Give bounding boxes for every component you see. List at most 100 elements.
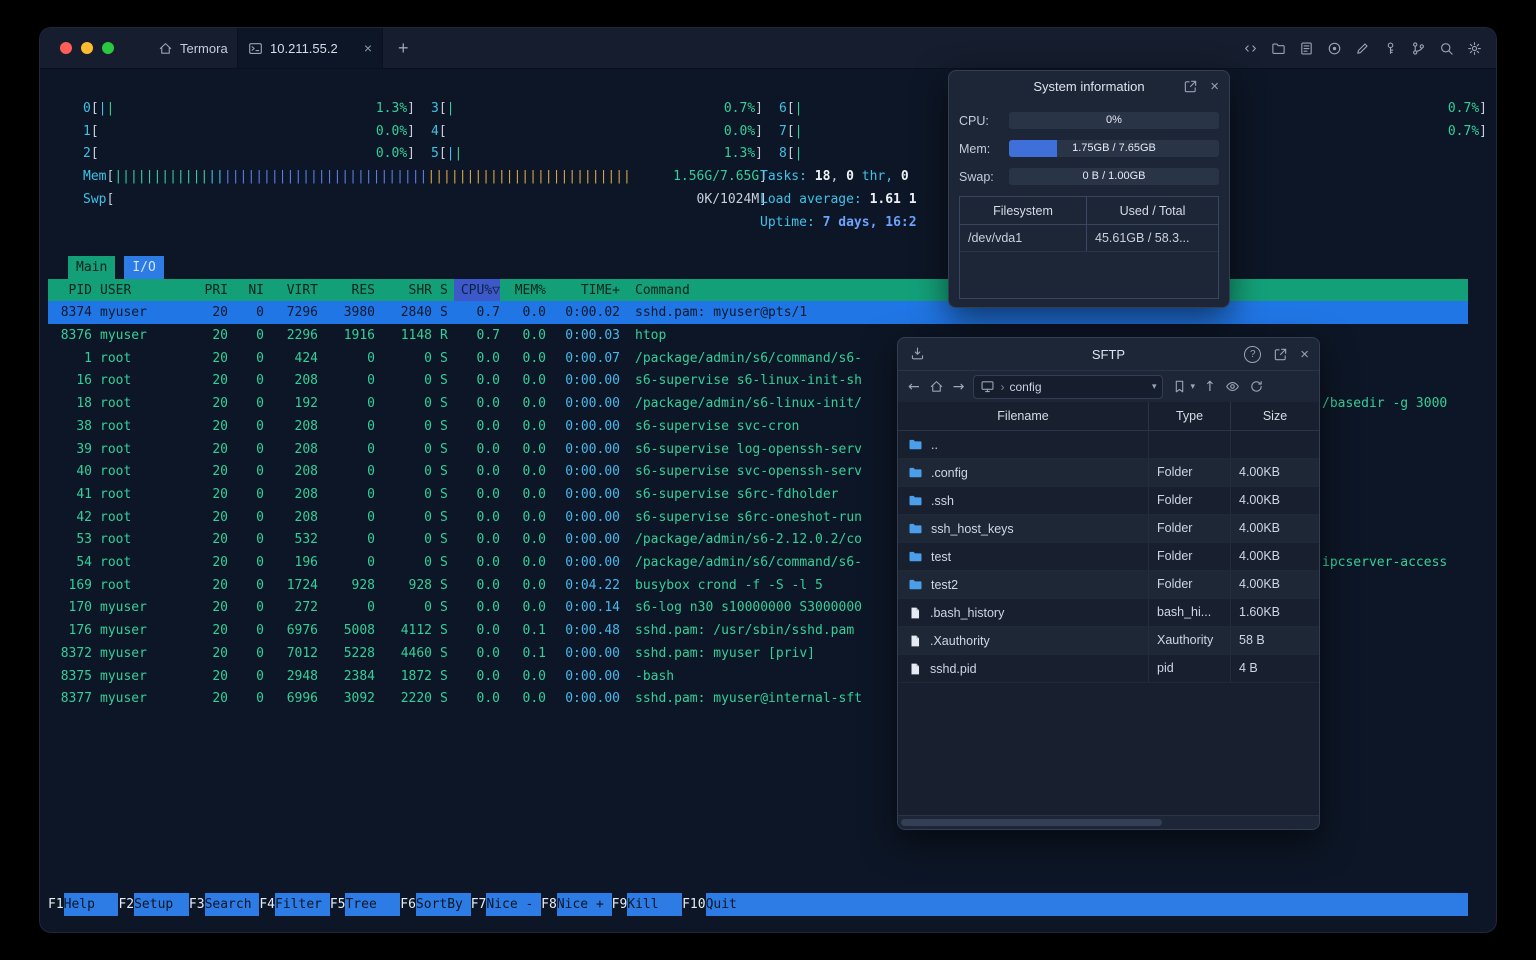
- column-header-virt[interactable]: VIRT: [264, 279, 318, 302]
- filesystem-table: Filesystem Used / Total /dev/vda1 45.61G…: [959, 196, 1219, 299]
- fkey-nice-[interactable]: Nice -: [486, 893, 542, 916]
- show-hidden-icon[interactable]: [1225, 379, 1240, 394]
- column-header-ni[interactable]: NI: [228, 279, 264, 302]
- open-in-window-icon[interactable]: [1183, 79, 1198, 94]
- fs-used-total: 45.61GB / 58.3...: [1095, 231, 1190, 245]
- file-name: test: [931, 549, 952, 564]
- back-button[interactable]: ←: [908, 379, 920, 395]
- sftp-header: SFTP ? ×: [898, 338, 1319, 371]
- fkey-sortby[interactable]: SortBy: [415, 893, 471, 916]
- fkey-quit[interactable]: Quit: [705, 893, 761, 916]
- settings-icon[interactable]: [1467, 41, 1482, 56]
- search-icon[interactable]: [1439, 41, 1454, 56]
- record-icon[interactable]: [1327, 41, 1342, 56]
- new-tab-button[interactable]: +: [398, 28, 409, 68]
- column-header-cpu[interactable]: CPU%▽: [454, 278, 500, 302]
- fkey-tree[interactable]: Tree: [345, 893, 401, 916]
- folder-icon: [908, 465, 923, 480]
- code-icon[interactable]: [1243, 41, 1258, 56]
- minimize-button[interactable]: [81, 42, 93, 54]
- column-header-time[interactable]: TIME+: [546, 279, 620, 302]
- file-type: Folder: [1149, 459, 1231, 486]
- column-header-pid[interactable]: PID: [48, 279, 92, 302]
- process-row-8374[interactable]: 8374 myuser 20 0 7296 3980 2840 S 0.7 0.0 0:00.02 s…: [48, 301, 1468, 325]
- file-row-.bash_history[interactable]: .bash_history bash_hi... 1.60KB: [898, 599, 1319, 627]
- tab-termora[interactable]: Termora: [144, 28, 242, 68]
- filesystem-row[interactable]: /dev/vda1 45.61GB / 58.3...: [960, 225, 1218, 252]
- home-button[interactable]: [929, 379, 944, 394]
- file-size: 58 B: [1239, 633, 1265, 647]
- chevron-down-icon[interactable]: ▾: [1152, 381, 1157, 392]
- forward-button[interactable]: →: [953, 379, 965, 395]
- column-size[interactable]: Size: [1231, 402, 1319, 430]
- column-header-mem[interactable]: MEM%: [500, 279, 546, 302]
- cpu-meter-2: 2[0.0%]: [83, 146, 415, 162]
- cpu-meter-0: 0[| | 1.3%]: [83, 101, 415, 116]
- fkey-number: F3: [188, 897, 205, 912]
- close-button[interactable]: [60, 42, 72, 54]
- file-name: .config: [931, 465, 968, 480]
- root-icon[interactable]: [980, 379, 995, 394]
- refresh-button[interactable]: [1249, 379, 1264, 394]
- titlebar: Termora 10.211.55.2 × +: [40, 28, 1496, 69]
- tasks-summary: Tasks: 18, 0 thr, 0: [760, 169, 909, 185]
- close-panel-icon[interactable]: ×: [1300, 347, 1309, 362]
- fkey-number: F1: [48, 897, 64, 912]
- fkey-kill[interactable]: Kill: [627, 893, 683, 916]
- folder-icon: [908, 521, 923, 536]
- file-row-ssh_host_keys[interactable]: ssh_host_keys Folder 4.00KB: [898, 515, 1319, 543]
- help-icon[interactable]: ?: [1244, 345, 1262, 363]
- fs-column-filesystem[interactable]: Filesystem: [960, 197, 1087, 224]
- horizontal-scrollbar[interactable]: [898, 815, 1319, 829]
- folder-icon[interactable]: [1271, 41, 1286, 56]
- sftp-title: SFTP: [1091, 346, 1126, 362]
- path-breadcrumb[interactable]: › config ▾: [973, 374, 1164, 399]
- file-row-..[interactable]: ..: [898, 431, 1319, 459]
- path-segment-config[interactable]: config: [1009, 380, 1041, 394]
- fs-column-used-total[interactable]: Used / Total: [1087, 197, 1218, 224]
- column-header-pri[interactable]: PRI: [188, 279, 228, 302]
- log-icon[interactable]: [1299, 41, 1314, 56]
- fkey-number: F7: [470, 897, 487, 912]
- breadcrumb-separator: ›: [1000, 379, 1005, 394]
- htop-tab-i/o[interactable]: I/O: [124, 255, 164, 279]
- transfers-icon[interactable]: [910, 346, 925, 361]
- column-filename[interactable]: Filename: [898, 402, 1149, 430]
- fkey-setup[interactable]: Setup: [134, 893, 189, 916]
- fkey-nice+[interactable]: Nice +: [556, 893, 612, 916]
- mem-usage-bar: 1.75GB / 7.65GB: [1009, 140, 1219, 157]
- close-tab-icon[interactable]: ×: [364, 40, 372, 56]
- bookmark-icon[interactable]: [1172, 379, 1187, 394]
- open-in-window-icon[interactable]: [1273, 347, 1288, 362]
- file-row-.Xauthority[interactable]: .Xauthority Xauthority 58 B: [898, 627, 1319, 655]
- column-type[interactable]: Type: [1149, 402, 1231, 430]
- fkey-search[interactable]: Search: [204, 893, 260, 916]
- edit-icon[interactable]: [1355, 41, 1370, 56]
- column-header-res[interactable]: RES: [318, 279, 375, 302]
- file-row-test[interactable]: test Folder 4.00KB: [898, 543, 1319, 571]
- panel-title: System information: [1033, 78, 1145, 94]
- column-header-s[interactable]: S: [440, 279, 454, 302]
- bookmark-chevron-icon[interactable]: ▾: [1190, 381, 1195, 392]
- htop-tab-main[interactable]: Main: [68, 255, 116, 279]
- file-row-.ssh[interactable]: .ssh Folder 4.00KB: [898, 487, 1319, 515]
- folder-icon: [908, 577, 923, 592]
- file-size: 4.00KB: [1239, 465, 1281, 479]
- zoom-button[interactable]: [102, 42, 114, 54]
- close-panel-icon[interactable]: ×: [1210, 79, 1219, 94]
- branch-icon[interactable]: [1411, 41, 1426, 56]
- fkey-filter[interactable]: Filter: [275, 893, 330, 916]
- fkey-help[interactable]: Help: [63, 893, 119, 916]
- parent-directory-button[interactable]: ↑: [1204, 379, 1216, 395]
- scrollbar-thumb[interactable]: [901, 819, 1163, 826]
- column-header-user[interactable]: USER: [100, 279, 188, 302]
- file-type: Folder: [1149, 571, 1231, 598]
- column-header-shr[interactable]: SHR: [375, 279, 432, 302]
- file-row-test2[interactable]: test2 Folder 4.00KB: [898, 571, 1319, 599]
- file-row-sshd.pid[interactable]: sshd.pid pid 4 B: [898, 655, 1319, 683]
- key-icon[interactable]: [1383, 41, 1398, 56]
- file-name: ssh_host_keys: [931, 521, 1014, 536]
- tab-session[interactable]: 10.211.55.2 ×: [237, 28, 383, 68]
- uptime: Uptime: 7 days, 16:2: [760, 214, 917, 230]
- file-row-.config[interactable]: .config Folder 4.00KB: [898, 459, 1319, 487]
